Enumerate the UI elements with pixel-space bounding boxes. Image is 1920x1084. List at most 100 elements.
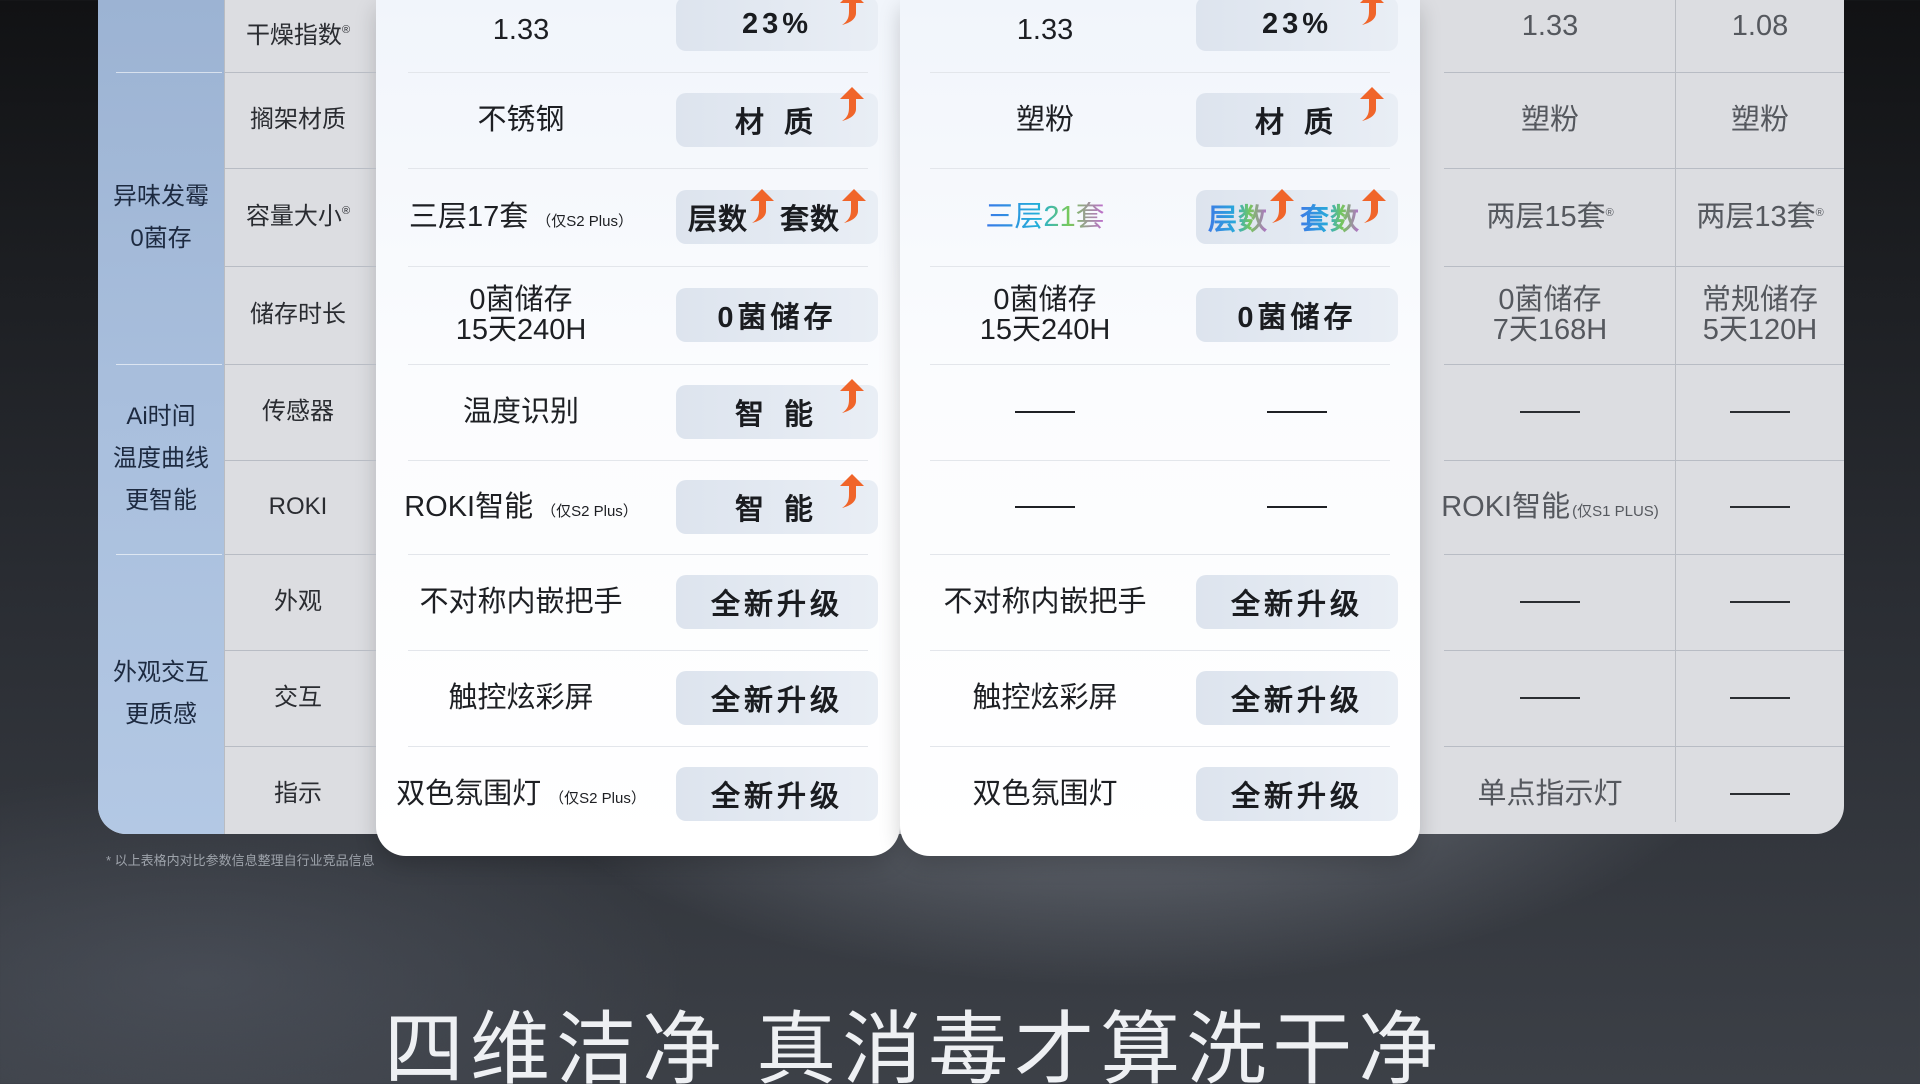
badge-text: 全新升级 xyxy=(1230,781,1363,813)
card2-badge: 层数 套数 xyxy=(1196,189,1398,244)
card1-badge: 层数 套数 xyxy=(676,189,878,244)
competitor-b-empty-dash xyxy=(1676,650,1844,746)
competitor-b-value: 常规储存 5天120H xyxy=(1676,266,1844,364)
badge-text: 全新升级 xyxy=(710,589,843,621)
competitor-a-value: ROKI智能 (仅S1 PLUS) xyxy=(1441,490,1659,523)
competitor-a-value: 1.33 xyxy=(1521,9,1579,42)
row-capacity: 容量大小® 三层17套 （仅S2 Plus） 层数 套数 三层21套 层数 套数 … xyxy=(0,168,1920,266)
card1-badge: 智 能 xyxy=(676,379,878,439)
row-label: 干燥指数® xyxy=(245,22,351,50)
value-line: 5天120H xyxy=(1702,314,1818,346)
competitor-b-value: 塑粉 xyxy=(1730,103,1789,136)
row-roki: ROKI ROKI智能 （仅S2 Plus） 智 能 ROKI智能 (仅S1 PLU… xyxy=(0,460,1920,554)
card2-badge: 全新升级 xyxy=(1196,671,1398,725)
value-line: 15天240H xyxy=(979,314,1111,346)
row-label: 外观 xyxy=(274,588,322,616)
row-label: 搁架材质 xyxy=(250,106,346,134)
badge-text: 层数 xyxy=(1208,196,1268,238)
badge-text: 全新升级 xyxy=(710,685,843,717)
card2-badge: 23% xyxy=(1196,0,1398,51)
badge-text: 套数 xyxy=(1300,196,1360,238)
badge-text: 0菌储存 xyxy=(717,302,837,334)
card1-value: 三层17套 （仅S2 Plus） xyxy=(409,200,633,233)
competitor-b-value: 两层13套® xyxy=(1696,200,1824,233)
competitor-a-value: 0菌储存 7天168H xyxy=(1426,266,1674,364)
row-label: 交互 xyxy=(274,684,322,712)
card1-value: 0菌储存 15天240H xyxy=(376,266,666,364)
card2-value: 不对称内嵌把手 xyxy=(943,585,1147,618)
up-arrow-icon xyxy=(1360,87,1384,121)
badge-text: 智 能 xyxy=(734,399,820,431)
row-rack-material: 搁架材质 不锈钢 材 质 塑粉 材 质 塑粉 塑粉 xyxy=(0,72,1920,168)
section-headline: 四维洁净 真消毒才算洗干净 xyxy=(384,1005,1445,1084)
badge-text: 23% xyxy=(741,7,813,40)
card2-value: 触控炫彩屏 xyxy=(972,681,1118,714)
card1-value: 不对称内嵌把手 xyxy=(419,585,623,618)
up-arrow-icon xyxy=(1362,189,1387,223)
up-arrow-icon xyxy=(1270,189,1294,223)
card1-value: 双色氛围灯 （仅S2 Plus） xyxy=(396,777,646,810)
up-arrow-icon xyxy=(840,474,864,508)
card2-badge: 材 质 xyxy=(1196,87,1398,147)
badge-text: 全新升级 xyxy=(710,781,843,813)
card1-badge: 全新升级 xyxy=(676,671,878,725)
card2-value: 塑粉 xyxy=(1015,103,1074,136)
competitor-a-empty-dash xyxy=(1426,364,1674,460)
value-line: 7天168H xyxy=(1492,314,1608,346)
badge-text: 23% xyxy=(1261,7,1333,40)
row-label: ROKI xyxy=(268,493,328,521)
badge-text: 层数 xyxy=(687,204,748,236)
row-sensor: 传感器 温度识别 智 能 xyxy=(0,364,1920,460)
badge-text: 材 质 xyxy=(1254,107,1340,139)
card1-value: 不锈钢 xyxy=(477,103,565,136)
row-label: 指示 xyxy=(274,780,322,808)
card1-badge: 材 质 xyxy=(676,87,878,147)
badge-text: 0菌储存 xyxy=(1237,302,1357,334)
card2-value: 0菌储存 15天240H xyxy=(900,266,1190,364)
value-line: 常规储存 xyxy=(1701,283,1818,316)
row-appearance: 外观 不对称内嵌把手 全新升级 不对称内嵌把手 全新升级 xyxy=(0,554,1920,650)
value-line: 0菌储存 xyxy=(469,283,573,316)
row-label: 传感器 xyxy=(262,398,334,426)
competitor-b-value: 1.08 xyxy=(1731,9,1789,42)
card2-empty-dash xyxy=(900,364,1190,460)
competitor-b-empty-dash xyxy=(1676,460,1844,554)
competitor-b-empty-dash xyxy=(1676,364,1844,460)
badge-text: 智 能 xyxy=(734,494,820,526)
badge-text: 材 质 xyxy=(734,107,820,139)
card1-value: 1.33 xyxy=(492,13,550,46)
up-arrow-icon xyxy=(842,189,867,223)
row-interaction: 交互 触控炫彩屏 全新升级 触控炫彩屏 全新升级 xyxy=(0,650,1920,746)
card1-badge: 智 能 xyxy=(676,474,878,534)
card2-badge: 全新升级 xyxy=(1196,767,1398,821)
competitor-a-empty-dash xyxy=(1426,650,1674,746)
up-arrow-icon xyxy=(840,379,864,413)
up-arrow-icon xyxy=(840,0,864,25)
card1-value: 触控炫彩屏 xyxy=(448,681,594,714)
value-line: 0菌储存 xyxy=(993,283,1097,316)
competitor-a-empty-dash xyxy=(1426,554,1674,650)
card1-badge: 全新升级 xyxy=(676,575,878,629)
row-storage-duration: 储存时长 0菌储存 15天240H 0菌储存 0菌储存 15天240H 0菌储存… xyxy=(0,266,1920,364)
competitor-b-empty-dash xyxy=(1676,554,1844,650)
competitor-a-value: 两层15套® xyxy=(1486,200,1614,233)
badge-text: 套数 xyxy=(780,204,841,236)
badge-text: 全新升级 xyxy=(1230,685,1363,717)
row-drying-index: 干燥指数® 1.33 23% 1.33 23% 1.33 1.08 xyxy=(0,0,1920,72)
card2-badge-empty-dash xyxy=(1196,364,1398,460)
up-arrow-icon xyxy=(1360,0,1384,25)
footnote: * 以上表格内对比参数信息整理自行业竞品信息 xyxy=(106,853,375,868)
badge-text: 全新升级 xyxy=(1230,589,1363,621)
card2-badge: 0菌储存 xyxy=(1196,288,1398,342)
card1-value: 温度识别 xyxy=(462,395,579,428)
card2-badge: 全新升级 xyxy=(1196,575,1398,629)
row-indicator: 指示 双色氛围灯 （仅S2 Plus） 全新升级 双色氛围灯 全新升级 单点指示灯 xyxy=(0,746,1920,842)
value-line: 0菌储存 xyxy=(1498,283,1602,316)
competitor-a-value: 单点指示灯 xyxy=(1477,777,1623,810)
row-label: 容量大小® xyxy=(245,203,351,231)
card1-badge: 23% xyxy=(676,0,878,51)
up-arrow-icon xyxy=(750,189,774,223)
card1-badge: 全新升级 xyxy=(676,767,878,821)
card2-empty-dash xyxy=(900,460,1190,554)
competitor-a-value: 塑粉 xyxy=(1520,103,1579,136)
